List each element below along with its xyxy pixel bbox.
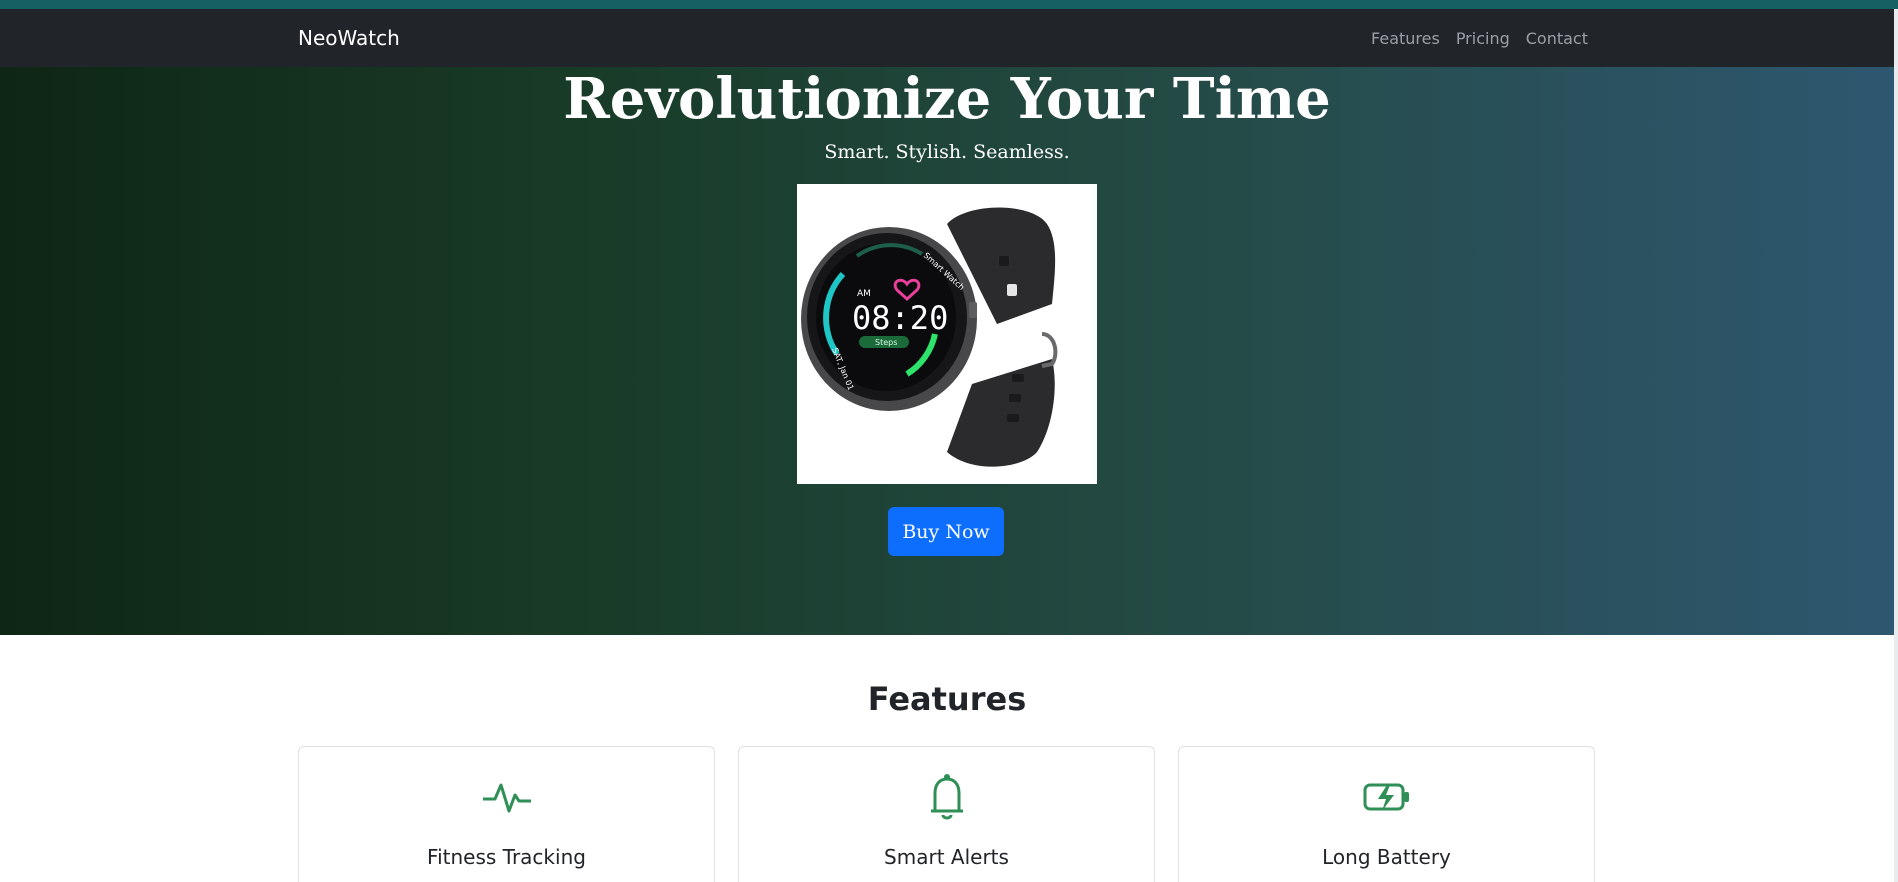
smartwatch-illustration: AM 08:20 Steps SAT, Jan 01 Smart Watch <box>801 207 1058 467</box>
hero-section: Revolutionize Your Time Smart. Stylish. … <box>0 67 1898 635</box>
smartwatch-image: AM 08:20 Steps SAT, Jan 01 Smart Watch <box>797 184 1097 484</box>
buy-now-button[interactable]: Buy Now <box>888 507 1004 556</box>
nav-link-contact[interactable]: Contact <box>1526 29 1588 48</box>
feature-card-fitness: Fitness Tracking <box>298 746 715 882</box>
feature-card-title: Long Battery <box>1322 845 1451 869</box>
features-heading: Features <box>867 680 1027 718</box>
top-accent-strip <box>0 0 1898 9</box>
bell-icon <box>921 771 973 823</box>
page-scrollbar[interactable] <box>1894 9 1898 882</box>
navbar: NeoWatch Features Pricing Contact <box>0 9 1898 67</box>
watch-steps-label: Steps <box>875 338 897 347</box>
battery-charging-icon <box>1361 771 1413 823</box>
hero-title: Revolutionize Your Time <box>563 66 1331 132</box>
nav-link-features[interactable]: Features <box>1371 29 1440 48</box>
feature-card-title: Smart Alerts <box>884 845 1009 869</box>
watch-time: 08:20 <box>852 299 948 337</box>
brand-logo[interactable]: NeoWatch <box>298 26 400 50</box>
page: NeoWatch Features Pricing Contact Revolu… <box>0 0 1898 882</box>
feature-card-title: Fitness Tracking <box>427 845 586 869</box>
nav-links: Features Pricing Contact <box>1371 29 1588 48</box>
nav-link-pricing[interactable]: Pricing <box>1456 29 1510 48</box>
feature-card-alerts: Smart Alerts <box>738 746 1155 882</box>
watch-meridiem: AM <box>857 289 871 299</box>
feature-card-battery: Long Battery <box>1178 746 1595 882</box>
hero-subtitle: Smart. Stylish. Seamless. <box>824 141 1070 163</box>
heartbeat-icon <box>481 771 533 823</box>
